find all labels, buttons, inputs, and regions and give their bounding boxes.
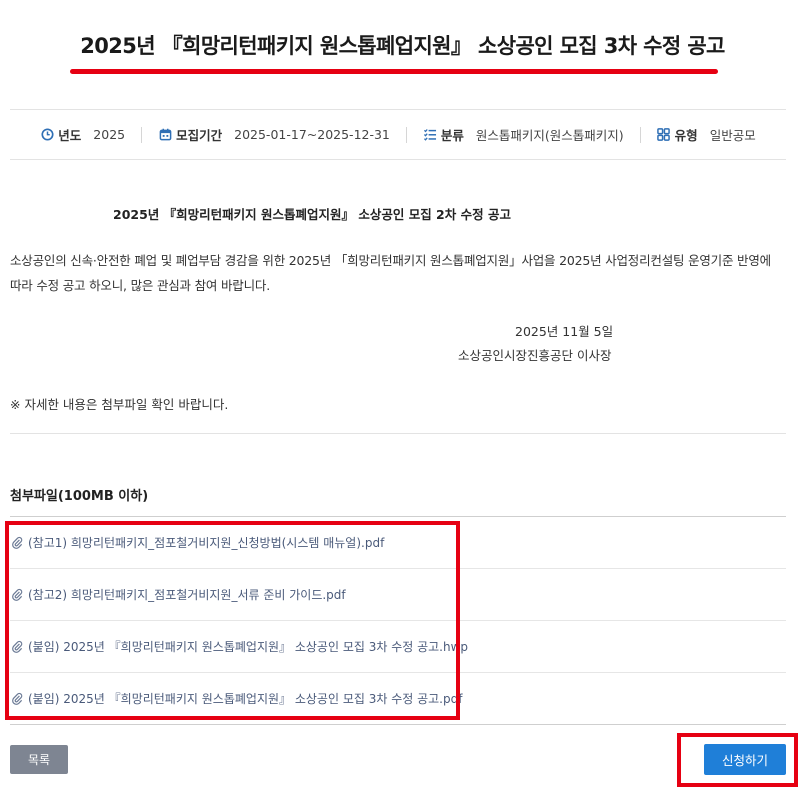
attachment-link[interactable]: (참고1) 희망리턴패키지_점포철거비지원_신청방법(시스템 매뉴얼).pdf [10,517,786,569]
meta-year-value: 2025 [93,127,126,142]
meta-type-label: 유형 [674,128,698,143]
clock-icon [40,128,54,142]
paperclip-icon [10,692,24,706]
meta-bar: 년도 2025 모집기간 2025-01-17~2025-12-31 분류 원스… [10,109,786,160]
attachment-link[interactable]: (붙임) 2025년 『희망리턴패키지 원스톱폐업지원』 소상공인 모집 3차 … [10,621,786,673]
title-highlight-underline [70,69,718,74]
attachment-name: (참고1) 희망리턴패키지_점포철거비지원_신청방법(시스템 매뉴얼).pdf [28,536,385,550]
meta-period-value: 2025-01-17~2025-12-31 [234,127,390,142]
meta-year: 년도 2025 [40,125,125,144]
attachment-link[interactable]: (참고2) 희망리턴패키지_점포철거비지원_서류 준비 가이드.pdf [10,569,786,621]
apply-button[interactable]: 신청하기 [704,744,786,775]
attachment-name: (붙임) 2025년 『희망리턴패키지 원스톱폐업지원』 소상공인 모집 3차 … [28,640,469,654]
meta-year-label: 년도 [58,128,82,143]
meta-period: 모집기간 2025-01-17~2025-12-31 [158,125,390,144]
attachment-name: (참고2) 희망리턴패키지_점포철거비지원_서류 준비 가이드.pdf [28,588,346,602]
meta-period-label: 모집기간 [176,128,223,143]
meta-divider [405,126,407,143]
content-date: 2025년 11월 5일 [515,324,614,339]
content-note: ※ 자세한 내용은 첨부파일 확인 바랍니다. [10,397,229,412]
content-subtitle: 2025년 『희망리턴패키지 원스톱폐업지원』 소상공인 모집 2차 수정 공고 [113,207,511,222]
meta-type-value: 일반공모 [709,128,756,143]
attachments-title: 첨부파일(100MB 이하) [10,489,149,504]
page-title: 2025년 『희망리턴패키지 원스톱폐업지원』 소상공인 모집 3차 수정 공고 [80,34,725,58]
grid-icon [657,128,671,142]
meta-category: 분류 원스톱패키지(원스톱패키지) [423,125,624,144]
meta-category-label: 분류 [440,128,464,143]
list-button[interactable]: 목록 [10,745,68,774]
paperclip-icon [10,536,24,550]
paperclip-icon [10,640,24,654]
meta-type: 유형 일반공모 [657,125,756,144]
notice-content: 2025년 『희망리턴패키지 원스톱폐업지원』 소상공인 모집 2차 수정 공고… [10,160,786,434]
content-signer: 소상공인시장진흥공단 이사장 [458,348,612,363]
attachment-list: (참고1) 희망리턴패키지_점포철거비지원_신청방법(시스템 매뉴얼).pdf … [10,516,786,725]
meta-divider [639,126,641,143]
attachment-name: (붙임) 2025년 『희망리턴패키지 원스톱폐업지원』 소상공인 모집 3차 … [28,692,463,706]
meta-divider [141,126,143,143]
paperclip-icon [10,588,24,602]
attachment-link[interactable]: (붙임) 2025년 『희망리턴패키지 원스톱폐업지원』 소상공인 모집 3차 … [10,673,786,725]
checklist-icon [423,128,437,142]
calendar-icon [158,128,172,142]
meta-category-value: 원스톱패키지(원스톱패키지) [475,128,624,143]
content-body: 소상공인의 신속·안전한 폐업 및 폐업부담 경감을 위한 2025년 「희망리… [10,253,771,293]
